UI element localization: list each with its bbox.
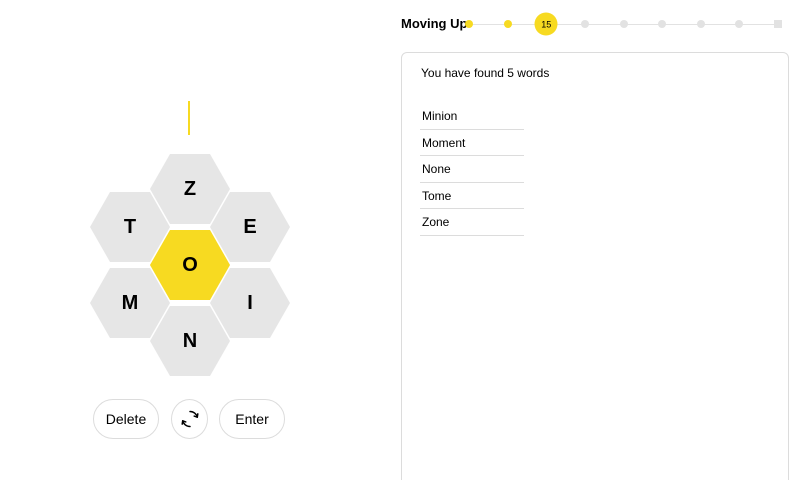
shuffle-icon: [180, 410, 199, 428]
enter-button[interactable]: Enter: [219, 399, 285, 439]
found-word-list: Minion Moment None Tome Zone: [420, 103, 524, 236]
progress-level-dot: [696, 20, 705, 28]
hive-letter: n: [182, 329, 198, 352]
hive-letter: z: [183, 177, 197, 200]
found-words-summary: You have found 5 words: [421, 66, 550, 80]
progress-level-dot: [580, 20, 589, 28]
found-word: Minion: [420, 103, 524, 130]
progress-level-dot: [619, 20, 628, 28]
delete-button[interactable]: Delete: [93, 399, 159, 439]
progress-level-dot: [503, 20, 512, 28]
word-list-panel: You have found 5 words Minion Moment Non…: [401, 52, 789, 480]
text-cursor: [188, 101, 190, 135]
hive-cell-center[interactable]: o: [150, 230, 230, 300]
progress-level-dot: [774, 20, 782, 28]
found-word: None: [420, 156, 524, 183]
rank-label: Moving Up: [401, 16, 468, 31]
progress-level-dot: [658, 20, 667, 28]
center-letter: o: [182, 253, 198, 276]
found-word: Zone: [420, 209, 524, 236]
hive-letter: m: [121, 291, 139, 314]
hive-letter: i: [247, 291, 253, 314]
progress-level-dot: [465, 20, 473, 28]
hive-letter: e: [243, 215, 257, 238]
found-word: Moment: [420, 130, 524, 156]
shuffle-button[interactable]: [171, 399, 208, 439]
letter-hive: z e i n m t o: [90, 154, 290, 380]
hive-letter: t: [123, 215, 137, 238]
found-word: Tome: [420, 183, 524, 209]
score-badge: 15: [534, 12, 558, 36]
progress-level-dot: [735, 20, 744, 28]
